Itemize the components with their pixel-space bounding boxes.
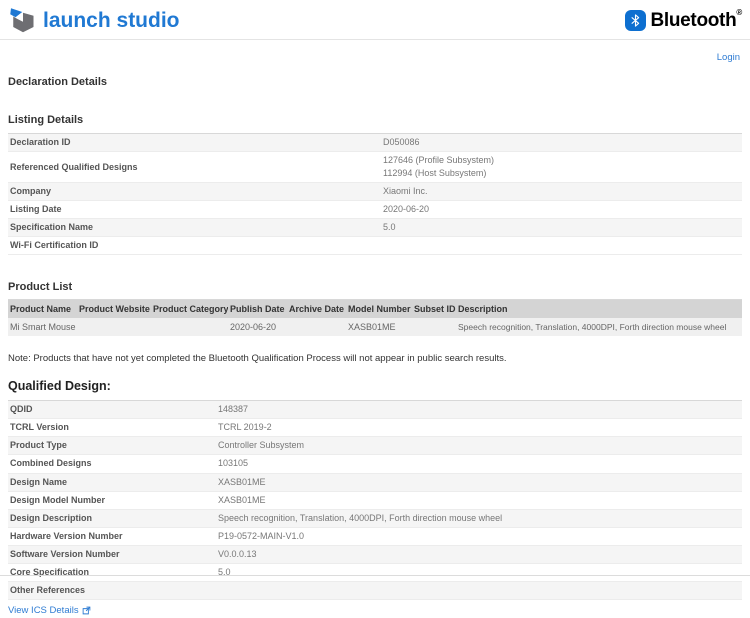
launch-studio-logo[interactable]: launch studio [8, 6, 180, 36]
row-label: Product Type [8, 437, 218, 454]
table-row: Combined Designs 103105 [8, 455, 742, 473]
row-label: Specification Name [8, 219, 383, 236]
row-label: Software Version Number [8, 546, 218, 563]
table-row: Software Version Number V0.0.0.13 [8, 546, 742, 564]
row-value: TCRL 2019-2 [218, 419, 742, 436]
subset-id-cell [412, 318, 456, 336]
row-label: QDID [8, 401, 218, 418]
column-header: Archive Date [287, 300, 346, 319]
row-value: V0.0.0.13 [218, 546, 742, 563]
product-website-cell [77, 318, 151, 336]
table-row: Specification Name 5.0 [8, 219, 742, 237]
column-header: Product Name [8, 300, 77, 319]
row-value [383, 244, 742, 248]
logo-text: launch studio [43, 9, 180, 33]
column-header: Publish Date [228, 300, 287, 319]
login-link[interactable]: Login [717, 52, 740, 63]
column-header: Product Category [151, 300, 228, 319]
table-row: Referenced Qualified Designs 127646 (Pro… [8, 152, 742, 183]
bluetooth-logo: Bluetooth® [625, 10, 742, 32]
row-label: Hardware Version Number [8, 528, 218, 545]
product-name-cell: Mi Smart Mouse [8, 318, 77, 336]
row-label: Design Model Number [8, 492, 218, 509]
product-list-heading: Product List [8, 281, 742, 293]
row-label: Core Specification [8, 564, 218, 581]
table-row: Declaration ID D050086 [8, 134, 742, 152]
table-row: Wi-Fi Certification ID [8, 237, 742, 255]
qualification-note: Note: Products that have not yet complet… [8, 353, 742, 364]
top-header: launch studio Bluetooth® [0, 0, 750, 40]
table-row: Design Model Number XASB01ME [8, 492, 742, 510]
row-value: 2020-06-20 [383, 201, 742, 218]
row-label: TCRL Version [8, 419, 218, 436]
row-value: Xiaomi Inc. [383, 183, 742, 200]
row-label: Declaration ID [8, 134, 383, 151]
bluetooth-rune-icon [625, 10, 646, 31]
table-row: TCRL Version TCRL 2019-2 [8, 419, 742, 437]
row-value: P19-0572-MAIN-V1.0 [218, 528, 742, 545]
row-value [218, 588, 742, 592]
login-bar: Login [0, 40, 750, 60]
row-value: 5.0 [218, 564, 742, 581]
product-category-cell [151, 318, 228, 336]
page-bottom-divider [0, 575, 750, 576]
model-number-cell: XASB01ME [346, 318, 412, 336]
table-row: Other References [8, 582, 742, 600]
external-link-icon [82, 606, 91, 615]
row-label: Company [8, 183, 383, 200]
product-list-table: Product Name Product Website Product Cat… [8, 299, 742, 336]
row-label: Design Name [8, 474, 218, 491]
table-row: Company Xiaomi Inc. [8, 183, 742, 201]
row-label: Other References [8, 582, 218, 599]
column-header: Product Website [77, 300, 151, 319]
qualified-design-heading: Qualified Design: [8, 379, 742, 393]
row-value: 127646 (Profile Subsystem) 112994 (Host … [383, 152, 742, 182]
row-value: XASB01ME [218, 474, 742, 491]
publish-date-cell: 2020-06-20 [228, 318, 287, 336]
row-label: Wi-Fi Certification ID [8, 237, 383, 254]
row-value: 103105 [218, 455, 742, 472]
table-row: Design Description Speech recognition, T… [8, 510, 742, 528]
table-row: QDID 148387 [8, 401, 742, 419]
column-header: Description [456, 300, 742, 319]
table-row: Product Type Controller Subsystem [8, 437, 742, 455]
main-content: Declaration Details Listing Details Decl… [0, 76, 750, 618]
table-row: Hardware Version Number P19-0572-MAIN-V1… [8, 528, 742, 546]
bluetooth-wordmark: Bluetooth® [650, 10, 742, 32]
launch-studio-box-icon [8, 6, 38, 36]
table-row: Design Name XASB01ME [8, 474, 742, 492]
row-label: Referenced Qualified Designs [8, 159, 383, 176]
table-row: Listing Date 2020-06-20 [8, 201, 742, 219]
row-value: XASB01ME [218, 492, 742, 509]
registered-mark: ® [736, 8, 742, 17]
column-header: Subset ID [412, 300, 456, 319]
row-value: 148387 [218, 401, 742, 418]
page-title: Declaration Details [8, 76, 742, 88]
description-cell: Speech recognition, Translation, 4000DPI… [456, 318, 742, 336]
column-header: Model Number [346, 300, 412, 319]
view-ics-details-label: View ICS Details [8, 605, 79, 616]
table-row: Core Specification 5.0 [8, 564, 742, 582]
listing-details-table: Declaration ID D050086 Referenced Qualif… [8, 133, 742, 255]
row-label: Combined Designs [8, 455, 218, 472]
listing-details-heading: Listing Details [8, 114, 742, 126]
row-value: Speech recognition, Translation, 4000DPI… [218, 510, 742, 527]
qualified-design-table: QDID 148387 TCRL Version TCRL 2019-2 Pro… [8, 400, 742, 600]
product-table-header-row: Product Name Product Website Product Cat… [8, 300, 742, 319]
row-value: 5.0 [383, 219, 742, 236]
row-label: Listing Date [8, 201, 383, 218]
view-ics-details-link[interactable]: View ICS Details [8, 605, 91, 616]
row-value: Controller Subsystem [218, 437, 742, 454]
table-row: Mi Smart Mouse 2020-06-20 XASB01ME Speec… [8, 318, 742, 336]
archive-date-cell [287, 318, 346, 336]
row-label: Design Description [8, 510, 218, 527]
row-value: D050086 [383, 134, 742, 151]
